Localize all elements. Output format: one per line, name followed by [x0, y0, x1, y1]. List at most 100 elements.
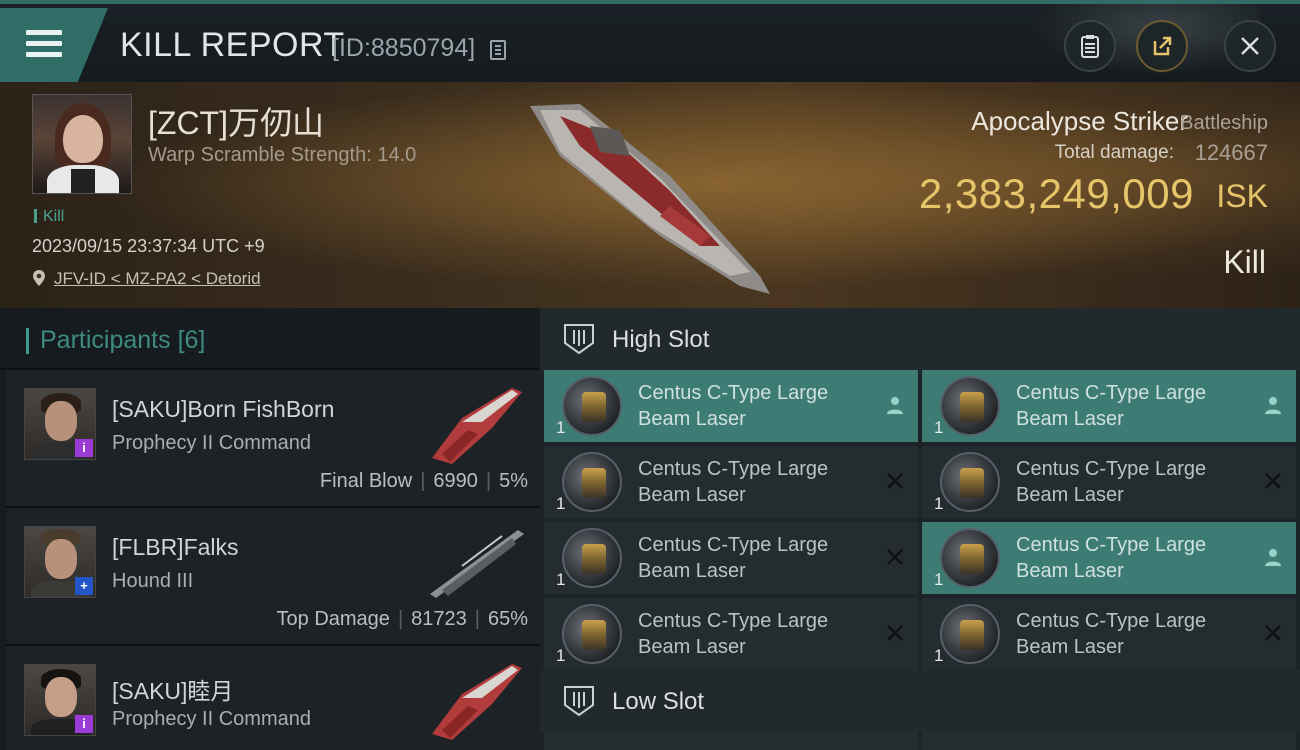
participant-portrait[interactable]: i: [24, 664, 96, 736]
module-quantity: 1: [556, 494, 566, 513]
low-slot-modules-peek: [544, 732, 1300, 750]
copy-icon[interactable]: [490, 40, 506, 60]
share-icon: [1153, 36, 1172, 56]
total-damage-label: Total damage:: [1054, 142, 1174, 163]
total-damage-value: 124667: [1194, 140, 1268, 165]
participant-percent: 5%: [499, 470, 528, 492]
module-name: Centus C-Type Large Beam Laser: [638, 458, 829, 506]
participant-ship: Hound III: [112, 570, 194, 592]
location-link[interactable]: JFV-ID < MZ-PA2 < Detorid: [54, 269, 261, 289]
beam-laser-icon: [940, 376, 1000, 436]
module-slot[interactable]: 1 Centus C-Type Large Beam Laser: [544, 598, 918, 670]
beam-laser-icon: [562, 376, 622, 436]
x-icon: [887, 549, 903, 565]
participant-name: [FLBR]Falks: [112, 534, 239, 560]
menu-button[interactable]: [0, 8, 108, 82]
participant-name: [SAKU]Born FishBorn: [112, 396, 335, 422]
location-pin-icon: [33, 270, 45, 286]
module-name: Centus C-Type Large Beam Laser: [638, 382, 829, 430]
participants-panel: Participants [6] i [SAKU]Born FishBorn P…: [0, 308, 540, 750]
x-icon: [887, 473, 903, 489]
info-badge-icon: i: [75, 715, 93, 733]
participant-name: [SAKU]睦月: [112, 678, 234, 704]
kill-tag: Kill: [34, 208, 64, 226]
close-button[interactable]: [1224, 20, 1276, 72]
module-slot[interactable]: 1 Centus C-Type Large Beam Laser: [544, 446, 918, 518]
participants-count: [6]: [177, 326, 206, 354]
participant-role: Final Blow: [319, 470, 413, 492]
participant-row[interactable]: + [FLBR]Falks Hound III Top Damage | 81723…: [6, 508, 540, 646]
participant-portrait[interactable]: i: [24, 388, 96, 460]
module-quantity: 1: [934, 418, 944, 437]
clipboard-button[interactable]: [1064, 20, 1116, 72]
module-quantity: 1: [934, 646, 944, 665]
x-icon: [1265, 625, 1281, 641]
ship-name: Apocalypse Striker: [971, 106, 1188, 136]
module-slot[interactable]: 1 Centus C-Type Large Beam Laser: [922, 522, 1296, 594]
planet-decoration: [1010, 4, 1260, 84]
hamburger-icon: [26, 30, 62, 60]
report-id: [ID:8850794]: [332, 34, 476, 62]
victim-name[interactable]: [ZCT]万仞山: [148, 98, 324, 144]
module-name: Centus C-Type Large Beam Laser: [1016, 458, 1207, 506]
participant-row[interactable]: i [SAKU]睦月 Prophecy II Command: [6, 646, 540, 750]
plus-badge-icon: +: [75, 577, 93, 595]
module-name: Centus C-Type Large Beam Laser: [638, 534, 829, 582]
module-slot[interactable]: 1 Centus C-Type Large Beam Laser: [922, 370, 1296, 442]
module-quantity: 1: [934, 494, 944, 513]
low-slot-header: Low Slot: [540, 670, 1300, 732]
kill-summary: [ZCT]万仞山 Warp Scramble Strength: 14.0 Ki…: [0, 82, 1300, 308]
share-button[interactable]: [1136, 20, 1188, 72]
x-icon: [1265, 473, 1281, 489]
participant-ship-image: [432, 664, 522, 740]
person-icon: [1265, 397, 1281, 414]
info-badge-icon: i: [75, 439, 93, 457]
module-quantity: 1: [556, 646, 566, 665]
high-slot-label: High Slot: [612, 326, 710, 353]
beam-laser-icon: [940, 528, 1000, 588]
participants-list: i [SAKU]Born FishBorn Prophecy II Comman…: [6, 370, 540, 750]
kill-timestamp: 2023/09/15 23:37:34 UTC +9: [32, 236, 265, 256]
participant-damage: 81723: [411, 608, 467, 630]
module-name: Centus C-Type Large Beam Laser: [1016, 382, 1207, 430]
page-title: KILL REPORT: [120, 26, 345, 64]
module-name: Centus C-Type Large Beam Laser: [1016, 534, 1207, 582]
x-icon: [887, 625, 903, 641]
isk-value: 2,383,249,009: [918, 170, 1194, 217]
module-quantity: 1: [556, 418, 566, 437]
victim-portrait[interactable]: [32, 94, 132, 194]
high-slot-header: High Slot: [540, 308, 1300, 370]
person-icon: [1265, 549, 1281, 566]
beam-laser-icon: [562, 604, 622, 664]
beam-laser-icon: [940, 452, 1000, 512]
module-slot[interactable]: 1 Centus C-Type Large Beam Laser: [544, 370, 918, 442]
module-quantity: 1: [934, 570, 944, 589]
participant-stats: Final Blow | 6990 | 5%: [319, 470, 528, 492]
participant-ship-image: [430, 530, 524, 598]
participant-portrait[interactable]: +: [24, 526, 96, 598]
high-slot-icon: [564, 324, 594, 355]
title-bar: KILL REPORT [ID:8850794]: [0, 0, 1300, 84]
participant-ship: Prophecy II Command: [112, 432, 311, 454]
low-slot-label: Low Slot: [612, 688, 705, 715]
participant-stats: Top Damage | 81723 | 65%: [276, 608, 528, 630]
participant-row[interactable]: i [SAKU]Born FishBorn Prophecy II Comman…: [6, 370, 540, 508]
victim-ship-image: [530, 104, 770, 294]
participant-ship-image: [432, 388, 522, 464]
participant-damage: 6990: [433, 470, 478, 492]
participant-role: Top Damage: [276, 608, 390, 630]
ship-class: Battleship: [1180, 112, 1268, 134]
isk-unit: ISK: [1216, 178, 1268, 214]
module-slot[interactable]: 1 Centus C-Type Large Beam Laser: [922, 598, 1296, 670]
fitting-panel: High Slot 1 Centus C-Type Large Beam Lase…: [540, 308, 1300, 750]
module-name: Centus C-Type Large Beam Laser: [638, 610, 829, 658]
clipboard-icon: [1081, 35, 1099, 58]
low-slot-icon: [564, 686, 594, 717]
module-name: Centus C-Type Large Beam Laser: [1016, 610, 1207, 658]
person-icon: [887, 397, 903, 414]
participant-ship: Prophecy II Command: [112, 708, 311, 730]
beam-laser-icon: [562, 528, 622, 588]
module-slot[interactable]: 1 Centus C-Type Large Beam Laser: [544, 522, 918, 594]
close-icon: [1241, 37, 1259, 55]
module-slot[interactable]: 1 Centus C-Type Large Beam Laser: [922, 446, 1296, 518]
